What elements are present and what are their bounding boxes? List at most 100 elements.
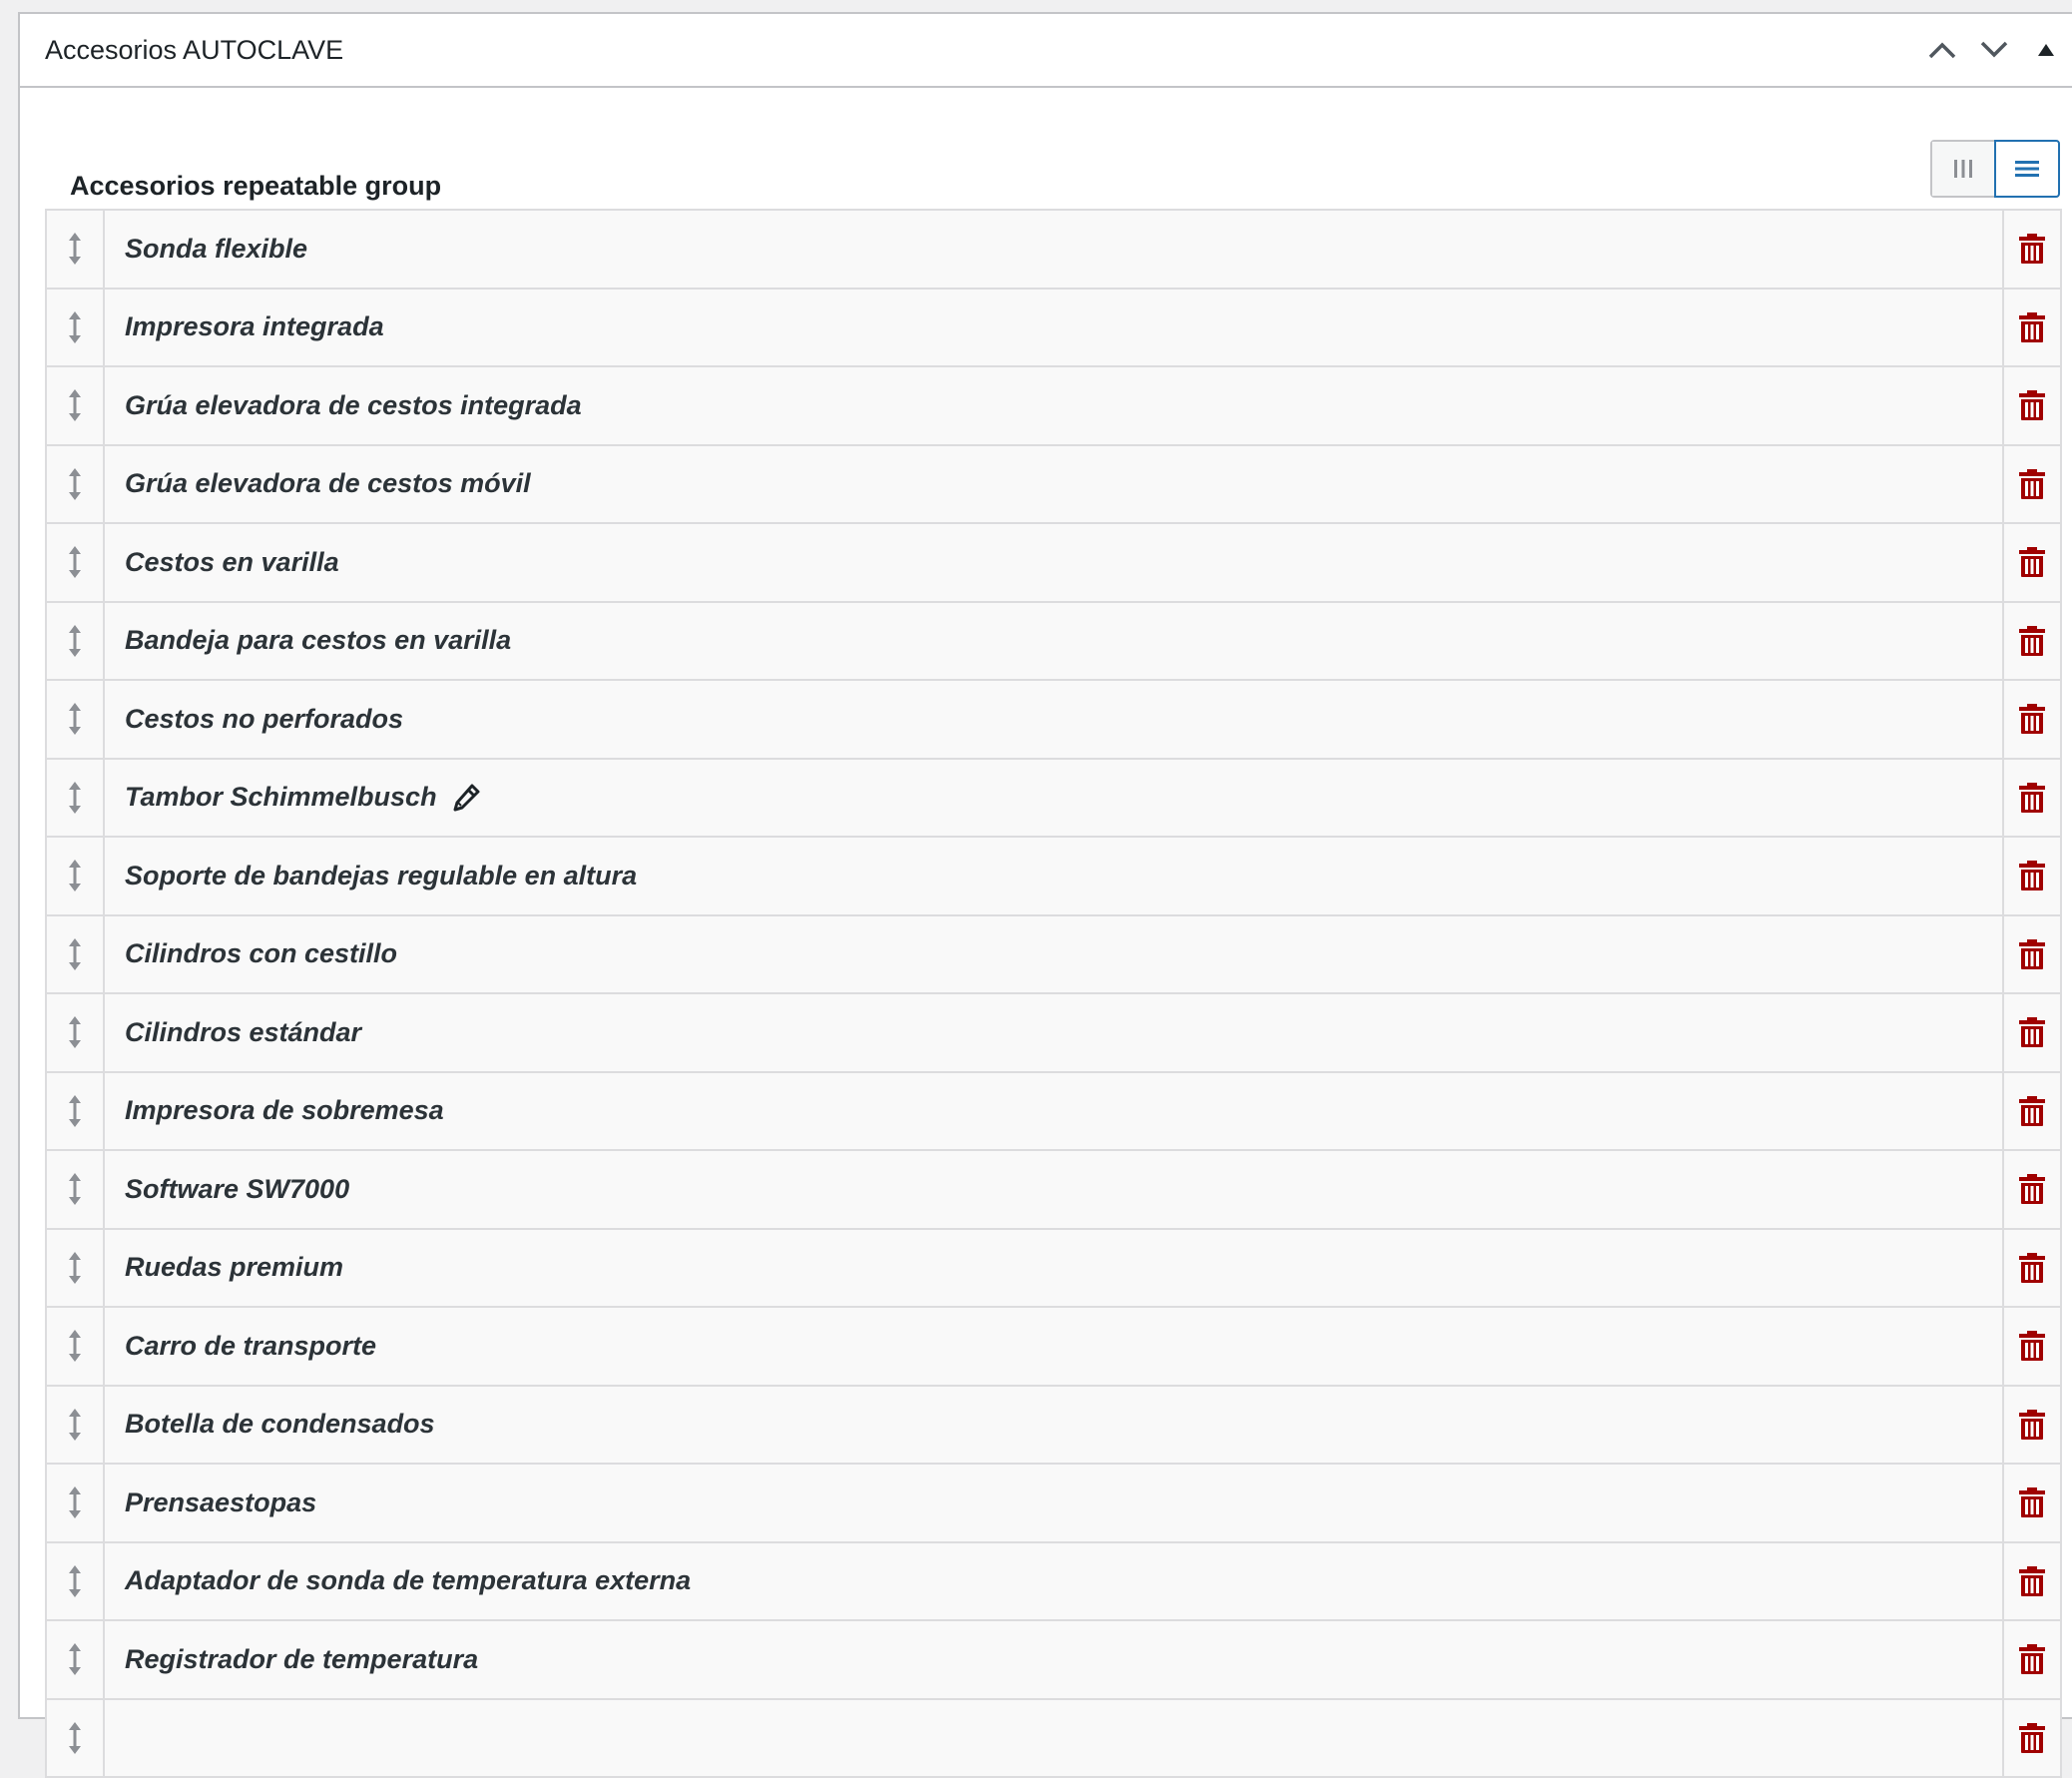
sort-arrows-icon [67, 781, 83, 815]
view-toggle [1930, 140, 2060, 198]
sort-arrows-icon [67, 702, 83, 736]
trash-icon [2018, 1252, 2046, 1284]
metabox: Accesorios AUTOCLAVE Accesorios repeatab… [18, 12, 2072, 1719]
trash-icon [2018, 1722, 2046, 1754]
drag-handle[interactable] [47, 1151, 105, 1228]
drag-handle[interactable] [47, 838, 105, 914]
group-row: Cestos no perforados [47, 681, 2060, 760]
drag-handle[interactable] [47, 603, 105, 680]
columns-icon [1952, 158, 1974, 180]
group-row: Soporte de bandejas regulable en altura [47, 838, 2060, 916]
drag-handle[interactable] [47, 681, 105, 758]
trash-icon [2018, 1643, 2046, 1675]
sort-arrows-icon [67, 1015, 83, 1049]
row-title-text: Cilindros estándar [125, 1017, 361, 1048]
group-label: Accesorios repeatable group [70, 171, 441, 202]
toggle-panel-button[interactable] [2020, 24, 2072, 76]
row-title[interactable]: Registrador de temperatura [105, 1621, 2002, 1698]
row-title[interactable]: Carro de transporte [105, 1308, 2002, 1385]
sort-arrows-icon [67, 232, 83, 266]
delete-row-button[interactable] [2002, 603, 2060, 680]
sort-arrows-icon [67, 1408, 83, 1442]
delete-row-button[interactable] [2002, 524, 2060, 601]
row-title[interactable]: Grúa elevadora de cestos integrada [105, 367, 2002, 444]
delete-row-button[interactable] [2002, 1465, 2060, 1541]
drag-handle[interactable] [47, 290, 105, 366]
move-up-button[interactable] [1916, 24, 1968, 76]
group-row: Cestos en varilla [47, 524, 2060, 603]
drag-handle[interactable] [47, 446, 105, 523]
delete-row-button[interactable] [2002, 838, 2060, 914]
row-title-text: Software SW7000 [125, 1174, 349, 1205]
delete-row-button[interactable] [2002, 994, 2060, 1071]
delete-row-button[interactable] [2002, 916, 2060, 993]
drag-handle[interactable] [47, 1230, 105, 1307]
drag-handle[interactable] [47, 916, 105, 993]
row-title[interactable]: Botella de condensados [105, 1387, 2002, 1464]
row-title[interactable]: Software SW7000 [105, 1151, 2002, 1228]
sort-arrows-icon [67, 859, 83, 892]
drag-handle[interactable] [47, 367, 105, 444]
group-row: Carro de transporte [47, 1308, 2060, 1387]
group-row [47, 1700, 2060, 1778]
drag-handle[interactable] [47, 994, 105, 1071]
delete-row-button[interactable] [2002, 1073, 2060, 1150]
pencil-icon[interactable] [451, 783, 481, 813]
delete-row-button[interactable] [2002, 1230, 2060, 1307]
sort-arrows-icon [67, 1251, 83, 1285]
drag-handle[interactable] [47, 211, 105, 288]
row-title[interactable]: Ruedas premium [105, 1230, 2002, 1307]
trash-icon [2018, 546, 2046, 578]
row-title[interactable]: Tambor Schimmelbusch [105, 760, 2002, 837]
delete-row-button[interactable] [2002, 1151, 2060, 1228]
drag-handle[interactable] [47, 760, 105, 837]
drag-handle[interactable] [47, 1308, 105, 1385]
row-title[interactable]: Sonda flexible [105, 211, 2002, 288]
row-title[interactable]: Cestos no perforados [105, 681, 2002, 758]
drag-handle[interactable] [47, 1465, 105, 1541]
row-title[interactable]: Grúa elevadora de cestos móvil [105, 446, 2002, 523]
row-title[interactable]: Cestos en varilla [105, 524, 2002, 601]
group-row: Cilindros estándar [47, 994, 2060, 1073]
delete-row-button[interactable] [2002, 211, 2060, 288]
row-title[interactable]: Bandeja para cestos en varilla [105, 603, 2002, 680]
row-title[interactable]: Soporte de bandejas regulable en altura [105, 838, 2002, 914]
drag-handle[interactable] [47, 1387, 105, 1464]
delete-row-button[interactable] [2002, 1387, 2060, 1464]
delete-row-button[interactable] [2002, 1700, 2060, 1777]
list-view-button[interactable] [1994, 140, 2060, 198]
row-title-text: Carro de transporte [125, 1331, 376, 1362]
delete-row-button[interactable] [2002, 1621, 2060, 1698]
group-row: Bandeja para cestos en varilla [47, 603, 2060, 682]
drag-handle[interactable] [47, 524, 105, 601]
row-title-text: Tambor Schimmelbusch [125, 782, 437, 813]
row-title[interactable] [105, 1700, 2002, 1777]
delete-row-button[interactable] [2002, 446, 2060, 523]
delete-row-button[interactable] [2002, 1543, 2060, 1620]
sort-arrows-icon [67, 545, 83, 579]
trash-icon [2018, 1095, 2046, 1127]
delete-row-button[interactable] [2002, 760, 2060, 837]
sort-arrows-icon [67, 388, 83, 422]
move-down-button[interactable] [1968, 24, 2020, 76]
delete-row-button[interactable] [2002, 290, 2060, 366]
chevron-down-icon [1979, 40, 2009, 60]
delete-row-button[interactable] [2002, 681, 2060, 758]
row-title[interactable]: Adaptador de sonda de temperatura extern… [105, 1543, 2002, 1620]
row-title[interactable]: Impresora integrada [105, 290, 2002, 366]
row-title[interactable]: Impresora de sobremesa [105, 1073, 2002, 1150]
sort-arrows-icon [67, 1564, 83, 1598]
delete-row-button[interactable] [2002, 367, 2060, 444]
columns-view-button[interactable] [1932, 142, 1994, 196]
drag-handle[interactable] [47, 1543, 105, 1620]
group-row: Botella de condensados [47, 1387, 2060, 1466]
drag-handle[interactable] [47, 1073, 105, 1150]
sort-arrows-icon [67, 624, 83, 658]
row-title[interactable]: Cilindros estándar [105, 994, 2002, 1071]
row-title[interactable]: Cilindros con cestillo [105, 916, 2002, 993]
delete-row-button[interactable] [2002, 1308, 2060, 1385]
row-title[interactable]: Prensaestopas [105, 1465, 2002, 1541]
drag-handle[interactable] [47, 1621, 105, 1698]
drag-handle[interactable] [47, 1700, 105, 1777]
row-title-text: Sonda flexible [125, 234, 307, 265]
